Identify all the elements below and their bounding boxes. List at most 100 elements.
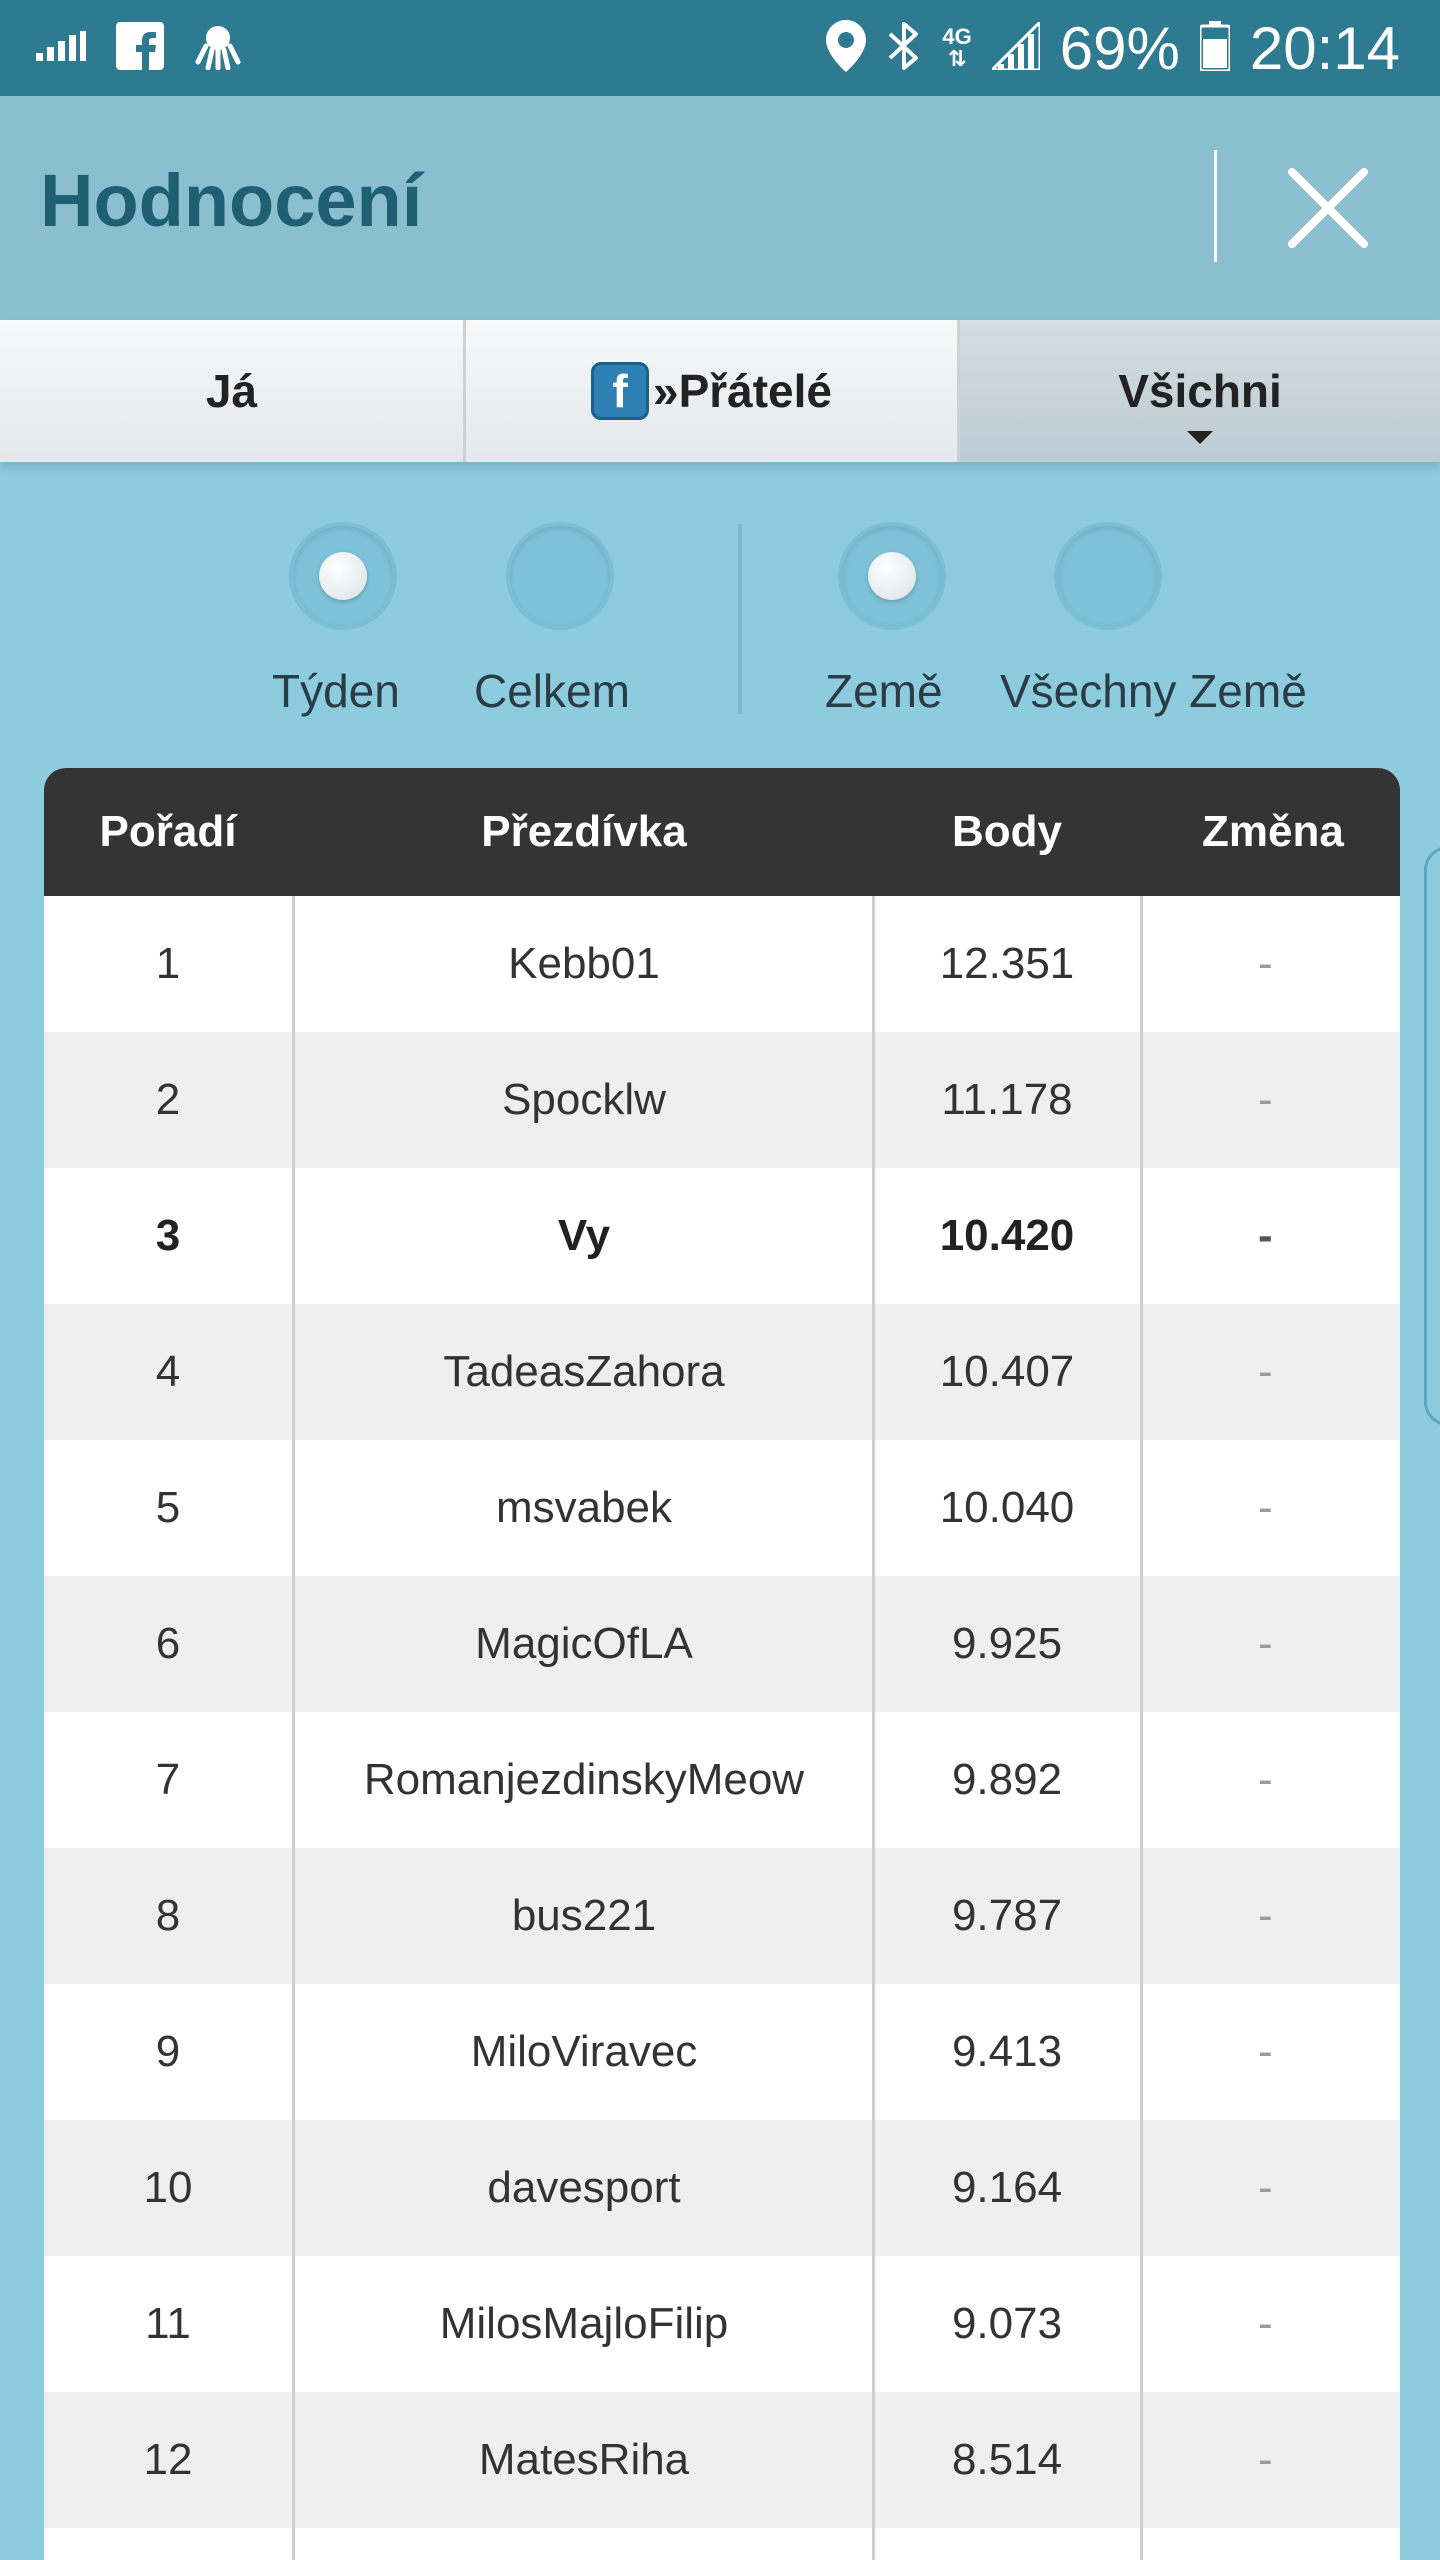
cell-change: - [1258, 1619, 1273, 1668]
cell-nick: Spocklw [502, 1075, 666, 1124]
signal-bars-icon [36, 31, 86, 66]
column-divider [1140, 896, 1143, 2560]
table-body: 1 Kebb01 12.351-2 Spocklw 11.178-3 Vy 10.420-4… [44, 896, 1400, 2528]
cell-change: - [1258, 1755, 1273, 1804]
side-panel-handle[interactable] [1424, 846, 1440, 1426]
cell-nick: MatesRiha [478, 2435, 690, 2484]
table-row[interactable]: 7 RomanjezdinskyMeow 9.892 - [44, 1712, 1400, 1848]
table-row[interactable]: 11 MilosMajloFilip 9.073 - [44, 2256, 1400, 2392]
tab-friends[interactable]: f »Přátelé [466, 320, 960, 462]
cell-points: 8.514 [951, 2435, 1063, 2484]
cell-points: 9.413 [951, 2027, 1063, 2076]
cell-points: 10.040 [939, 1483, 1075, 1532]
cell-change: - [1258, 1075, 1273, 1124]
cell-nick: bus221 [511, 1891, 657, 1940]
bluetooth-icon [886, 20, 922, 77]
location-icon [826, 19, 867, 77]
table-row[interactable]: 9 MiloViravec 9.413 - [44, 1984, 1400, 2120]
table-row[interactable]: 8 bus221 9.787 - [44, 1848, 1400, 1984]
cell-points: 12.351 [939, 939, 1075, 988]
cell-rank: 1 [155, 939, 181, 988]
dropdown-arrow-icon [1187, 431, 1213, 444]
status-bar: 4G ⇅ 69% 20:14 [0, 0, 1440, 96]
filter-divider [738, 524, 742, 714]
header-divider [1214, 150, 1217, 262]
cell-rank: 6 [155, 1619, 181, 1668]
page-title: Hodnocení [40, 159, 423, 242]
filter-panel: Týden Celkem Země Všechny Země [0, 462, 1440, 762]
cell-change: - [1258, 1891, 1273, 1940]
facebook-icon [116, 22, 164, 75]
cell-rank: 7 [155, 1755, 181, 1804]
table-row[interactable]: 10 davesport 9.164 - [44, 2120, 1400, 2256]
header: Hodnocení [0, 96, 1440, 320]
table-row[interactable]: 1 Kebb01 12.351 - [44, 896, 1400, 1032]
cell-points: 9.787 [951, 1891, 1063, 1940]
filter-label-week: Týden [272, 665, 400, 717]
table-row[interactable]: 3 Vy 10.420 - [44, 1168, 1400, 1304]
cell-points: 10.420 [939, 1211, 1075, 1260]
battery-percent: 69% [1059, 14, 1180, 82]
table-row[interactable]: 4 TadeasZahora 10.407 - [44, 1304, 1400, 1440]
cell-rank: 11 [145, 2299, 191, 2348]
cell-rank: 8 [155, 1891, 181, 1940]
cell-points: 11.178 [941, 1075, 1073, 1124]
battery-icon [1198, 20, 1232, 76]
tab-me[interactable]: Já [0, 320, 466, 462]
radio-selected-indicator [319, 552, 367, 600]
cell-change: - [1258, 2435, 1273, 2484]
radio-week[interactable] [293, 526, 393, 626]
cell-nick: MagicOfLA [475, 1619, 693, 1668]
cell-points: 9.925 [951, 1619, 1063, 1668]
cell-rank: 10 [143, 2163, 193, 2212]
cell-change: - [1258, 1211, 1273, 1260]
cell-nick: msvabek [495, 1483, 673, 1532]
cell-points: 10.407 [939, 1347, 1075, 1396]
tab-label: Všichni [1118, 365, 1282, 417]
cell-change: - [1258, 2299, 1273, 2348]
radio-all-countries[interactable] [1058, 526, 1158, 626]
column-divider [872, 896, 875, 2560]
close-button[interactable] [1276, 156, 1380, 260]
column-header-change: Změna [1202, 807, 1344, 856]
table-row[interactable]: 12 MatesRiha 8.514 - [44, 2392, 1400, 2528]
tab-label: »Přátelé [652, 365, 832, 417]
cell-nick: MiloViravec [470, 2027, 698, 2076]
network-4g-icon: 4G ⇅ [942, 24, 972, 71]
table-row[interactable]: 5 msvabek 10.040 - [44, 1440, 1400, 1576]
column-header-rank: Pořadí [99, 807, 237, 856]
cell-change: - [1258, 2163, 1273, 2212]
column-header-points: Body [952, 807, 1062, 856]
cell-points: 9.892 [951, 1755, 1063, 1804]
filter-label-total: Celkem [474, 665, 630, 717]
cell-signal-icon [988, 17, 1042, 75]
filter-label-all-countries: Všechny Země [1000, 665, 1307, 717]
cell-nick: davesport [487, 2163, 681, 2212]
cell-points: 9.164 [951, 2163, 1063, 2212]
leaderboard-table: Pořadí Přezdívka Body Změna 1 Kebb01 12.35… [44, 768, 1400, 2560]
close-icon [1288, 168, 1368, 248]
cell-rank: 12 [143, 2435, 193, 2484]
tab-label: Já [205, 365, 258, 417]
cell-rank: 9 [155, 2027, 181, 2076]
cell-nick: TadeasZahora [443, 1347, 725, 1396]
cell-nick: MilosMajloFilip [439, 2299, 729, 2348]
cell-change: - [1258, 1483, 1273, 1532]
radio-country[interactable] [842, 526, 942, 626]
radio-total[interactable] [510, 526, 610, 626]
cell-nick: Kebb01 [508, 939, 660, 988]
table-row[interactable]: 6 MagicOfLA 9.925 - [44, 1576, 1400, 1712]
facebook-icon: f [590, 362, 649, 420]
tab-all[interactable]: Všichni [960, 320, 1440, 462]
tab-bar: Já f »Přátelé Všichni [0, 320, 1440, 462]
cell-nick: RomanjezdinskyMeow [363, 1755, 805, 1804]
cell-rank: 3 [155, 1211, 181, 1260]
table-header: Pořadí Přezdívka Body Změna [44, 768, 1400, 896]
cell-nick: Vy [557, 1211, 611, 1260]
filter-label-country: Země [825, 665, 943, 717]
table-row[interactable]: 2 Spocklw 11.178 - [44, 1032, 1400, 1168]
cell-change: - [1258, 2027, 1273, 2076]
cell-change: - [1258, 939, 1273, 988]
radio-selected-indicator [868, 552, 916, 600]
cell-rank: 2 [155, 1075, 181, 1124]
